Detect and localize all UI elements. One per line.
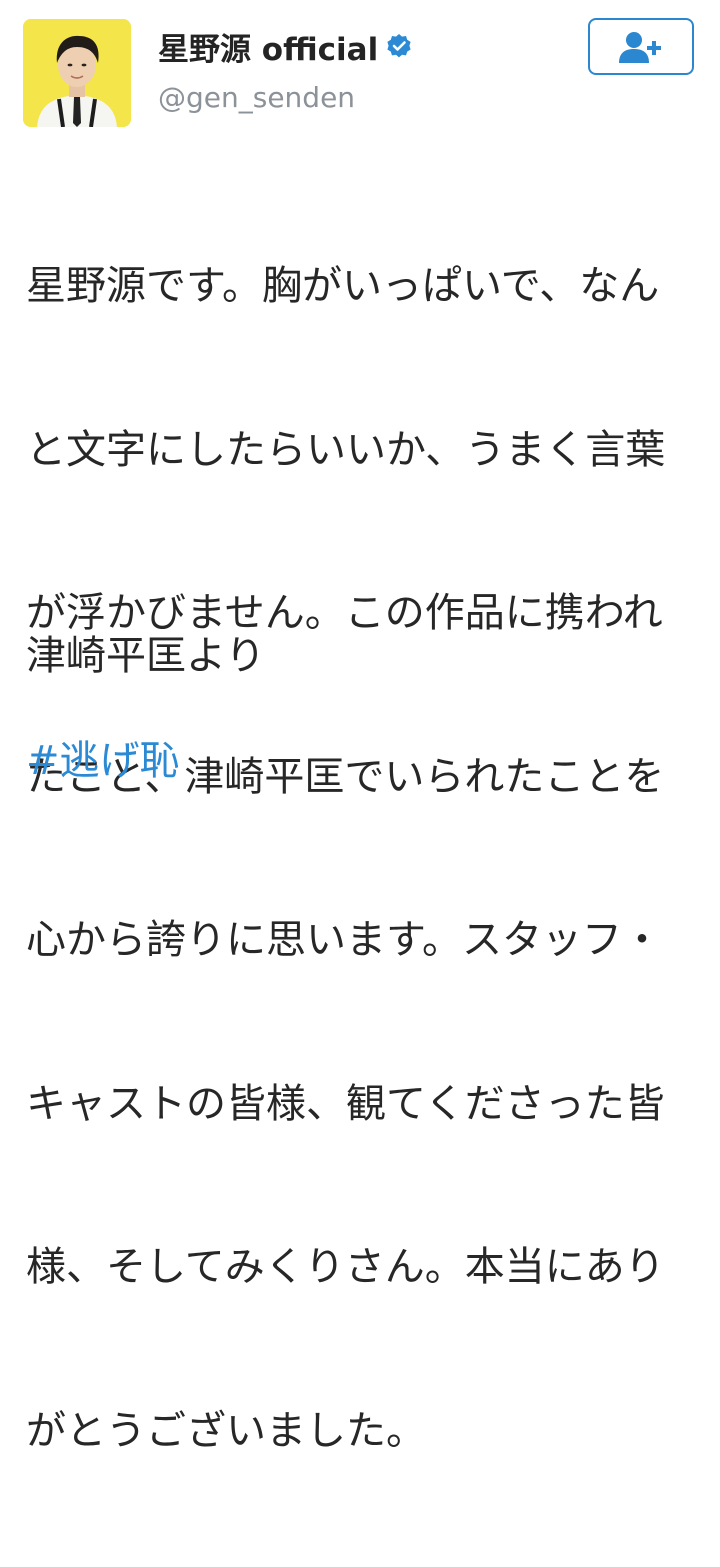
add-user-icon (619, 31, 661, 63)
display-name-row[interactable]: 星野源 official (158, 30, 412, 72)
avatar-image (23, 19, 131, 127)
tweet-line: キャストの皆様、観てくださった皆 (26, 1080, 665, 1127)
tweet-line: がとうございました。 (26, 1407, 426, 1454)
user-handle[interactable]: @gen_senden (158, 80, 355, 116)
verified-badge-icon (386, 29, 412, 69)
tweet-line: 星野源です。胸がいっぱいで、なん (26, 263, 660, 309)
hashtag-link[interactable]: #逃げ恥 (26, 734, 180, 788)
tweet-line: 心から誇りに思います。スタッフ・ (26, 917, 662, 963)
tweet-signature: 津崎平匡より (26, 633, 266, 679)
display-name[interactable]: 星野源 official (158, 32, 378, 68)
tweet-line: と文字にしたらいいか、うまく言葉 (26, 426, 666, 473)
tweet-text: 星野源です。胸がいっぱいで、なん と文字にしたらいいか、うまく言葉 が浮かびませ… (26, 150, 710, 1567)
tweet-line: 様、そしてみくりさん。本当にあり (26, 1244, 665, 1290)
follow-button[interactable] (588, 18, 694, 75)
tweet-card: 星野源 official @gen_senden 星野源です。胸がいっぱいで、な… (0, 0, 720, 1454)
profile-avatar[interactable] (23, 19, 131, 127)
